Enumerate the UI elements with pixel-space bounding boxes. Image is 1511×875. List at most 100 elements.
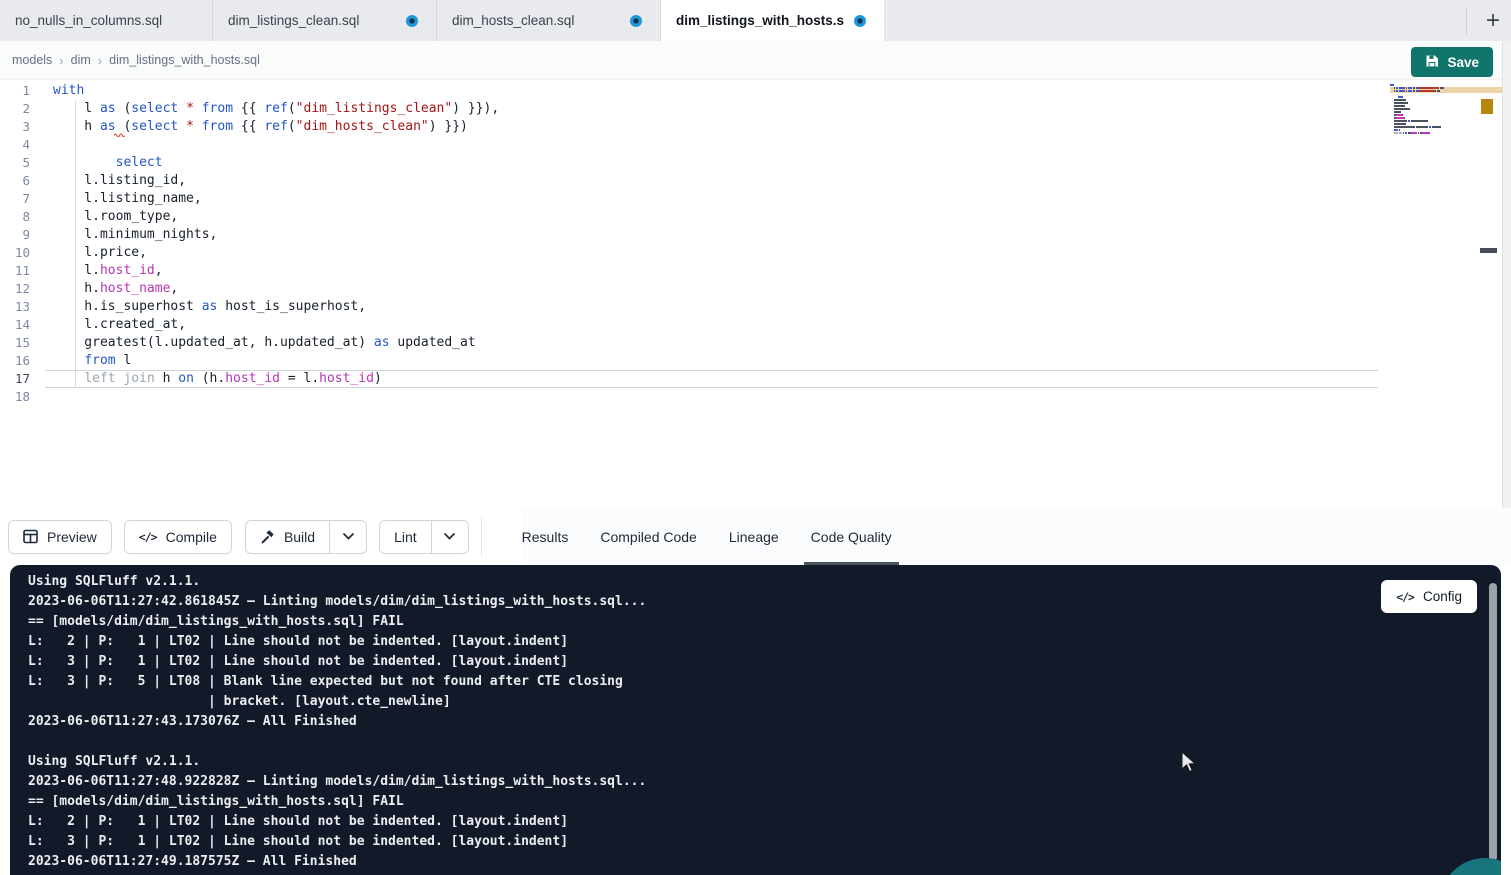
minimap-line: [1390, 102, 1482, 104]
line-number: 14: [0, 316, 30, 334]
lint-label: Lint: [394, 529, 417, 545]
line-number: 11: [0, 262, 30, 280]
minimap-line: [1390, 132, 1482, 134]
line-number: 18: [0, 388, 30, 406]
unsaved-dot-icon: [406, 15, 418, 27]
minimap-line: [1390, 129, 1482, 131]
code-line[interactable]: 6 l.listing_id,: [0, 172, 1380, 190]
config-button[interactable]: </> Config: [1381, 580, 1477, 613]
minimap-line: [1390, 111, 1482, 113]
code-line[interactable]: 2 l as (select * from {{ ref("dim_listin…: [0, 100, 1380, 118]
tab-results[interactable]: Results: [522, 508, 569, 565]
save-button[interactable]: Save: [1411, 47, 1493, 77]
line-number: 16: [0, 352, 30, 370]
minimap-line: [1390, 87, 1482, 89]
line-number: 10: [0, 244, 30, 262]
code-text: l.listing_name,: [53, 190, 202, 208]
tab-label: dim_listings_clean.sql: [228, 13, 359, 28]
tab-code-quality[interactable]: Code Quality: [811, 508, 892, 565]
code-line[interactable]: 14 l.created_at,: [0, 316, 1380, 334]
code-text: from l: [53, 352, 131, 370]
code-line[interactable]: 5 select: [0, 154, 1380, 172]
code-text: left join h on (h.host_id = l.host_id): [53, 370, 382, 388]
code-line[interactable]: 3 h as (select * from {{ ref("dim_hosts_…: [0, 118, 1380, 136]
minimap-line: [1390, 108, 1482, 110]
code-text: l as (select * from {{ ref("dim_listings…: [53, 100, 499, 118]
code-text: with: [53, 82, 84, 100]
minimap-line: [1390, 126, 1482, 128]
new-tab-button[interactable]: +: [1475, 0, 1511, 41]
lint-options-chevron-icon[interactable]: [431, 520, 469, 554]
code-text: l.room_type,: [53, 208, 178, 226]
code-line[interactable]: 7 l.listing_name,: [0, 190, 1380, 208]
minimap-line: [1390, 96, 1482, 98]
editor-tab[interactable]: dim_hosts_clean.sql: [437, 0, 661, 41]
code-line[interactable]: 12 h.host_name,: [0, 280, 1380, 298]
code-line[interactable]: 17 left join h on (h.host_id = l.host_id…: [0, 370, 1380, 388]
lint-marker: [1481, 99, 1493, 114]
build-button[interactable]: Build: [245, 520, 329, 554]
breadcrumb-segment[interactable]: dim_listings_with_hosts.sql: [109, 53, 260, 67]
minimap-line: [1390, 120, 1482, 122]
lint-squiggle-icon: [114, 132, 125, 137]
code-icon: </>: [1396, 590, 1414, 604]
breadcrumb-segment[interactable]: models: [12, 53, 52, 67]
minimap-line: [1390, 105, 1482, 107]
code-text: greatest(l.updated_at, h.updated_at) as …: [53, 334, 476, 352]
code-line[interactable]: 15 greatest(l.updated_at, h.updated_at) …: [0, 334, 1380, 352]
code-text: l.listing_id,: [53, 172, 186, 190]
minimap-line: [1390, 114, 1482, 116]
code-editor[interactable]: 1with2 l as (select * from {{ ref("dim_l…: [0, 80, 1502, 508]
code-text: h.is_superhost as host_is_superhost,: [53, 298, 366, 316]
tab-compiled-code[interactable]: Compiled Code: [600, 508, 697, 565]
config-label: Config: [1423, 589, 1462, 604]
compile-label: Compile: [166, 529, 217, 545]
code-text: h.host_name,: [53, 280, 178, 298]
build-options-chevron-icon[interactable]: [329, 520, 367, 554]
chevron-right-icon: ›: [59, 53, 63, 68]
minimap-line: [1390, 117, 1482, 119]
editor-tab[interactable]: dim_listings_with_hosts.sql: [661, 0, 885, 41]
editor-scroll-indicator[interactable]: [1480, 248, 1497, 253]
tabbar-divider: [1466, 8, 1467, 34]
line-number: 13: [0, 298, 30, 316]
code-line[interactable]: 11 l.host_id,: [0, 262, 1380, 280]
editor-tab[interactable]: dim_listings_clean.sql: [213, 0, 437, 41]
terminal-scrollbar[interactable]: [1489, 583, 1497, 861]
minimap[interactable]: [1390, 84, 1482, 138]
action-toolbar: Preview </> Compile Build Lint Results Co…: [0, 508, 1511, 565]
minimap-line: [1390, 90, 1482, 92]
code-line[interactable]: 13 h.is_superhost as host_is_superhost,: [0, 298, 1380, 316]
code-line[interactable]: 10 l.price,: [0, 244, 1380, 262]
preview-label: Preview: [47, 529, 97, 545]
line-number: 17: [0, 370, 30, 388]
hammer-icon: [260, 529, 275, 544]
floppy-icon: [1425, 54, 1439, 71]
minimap-line: [1390, 135, 1482, 137]
line-number: 3: [0, 118, 30, 136]
minimap-line: [1390, 123, 1482, 125]
unsaved-dot-icon: [630, 15, 642, 27]
code-line[interactable]: 8 l.room_type,: [0, 208, 1380, 226]
minimap-line: [1390, 93, 1482, 95]
code-line[interactable]: 1with: [0, 82, 1380, 100]
editor-tab[interactable]: no_nulls_in_columns.sql: [0, 0, 213, 41]
code-line[interactable]: 18: [0, 388, 1380, 406]
code-line[interactable]: 9 l.minimum_nights,: [0, 226, 1380, 244]
tab-label: no_nulls_in_columns.sql: [15, 13, 162, 28]
preview-button[interactable]: Preview: [8, 520, 112, 554]
tab-lineage[interactable]: Lineage: [729, 508, 779, 565]
compile-button[interactable]: </> Compile: [124, 520, 232, 554]
code-text: l.created_at,: [53, 316, 186, 334]
code-line[interactable]: 16 from l: [0, 352, 1380, 370]
editor-tab-bar: no_nulls_in_columns.sql dim_listings_clea…: [0, 0, 1511, 41]
line-number: 2: [0, 100, 30, 118]
lint-button[interactable]: Lint: [379, 520, 431, 554]
code-line[interactable]: 4: [0, 136, 1380, 154]
table-icon: [23, 529, 38, 544]
breadcrumb-segment[interactable]: dim: [71, 53, 91, 67]
terminal-panel[interactable]: Using SQLFluff v2.1.1. 2023-06-06T11:27:…: [10, 565, 1501, 875]
tab-label: dim_listings_with_hosts.sql: [676, 13, 844, 28]
build-label: Build: [284, 529, 315, 545]
code-text: l.host_id,: [53, 262, 163, 280]
